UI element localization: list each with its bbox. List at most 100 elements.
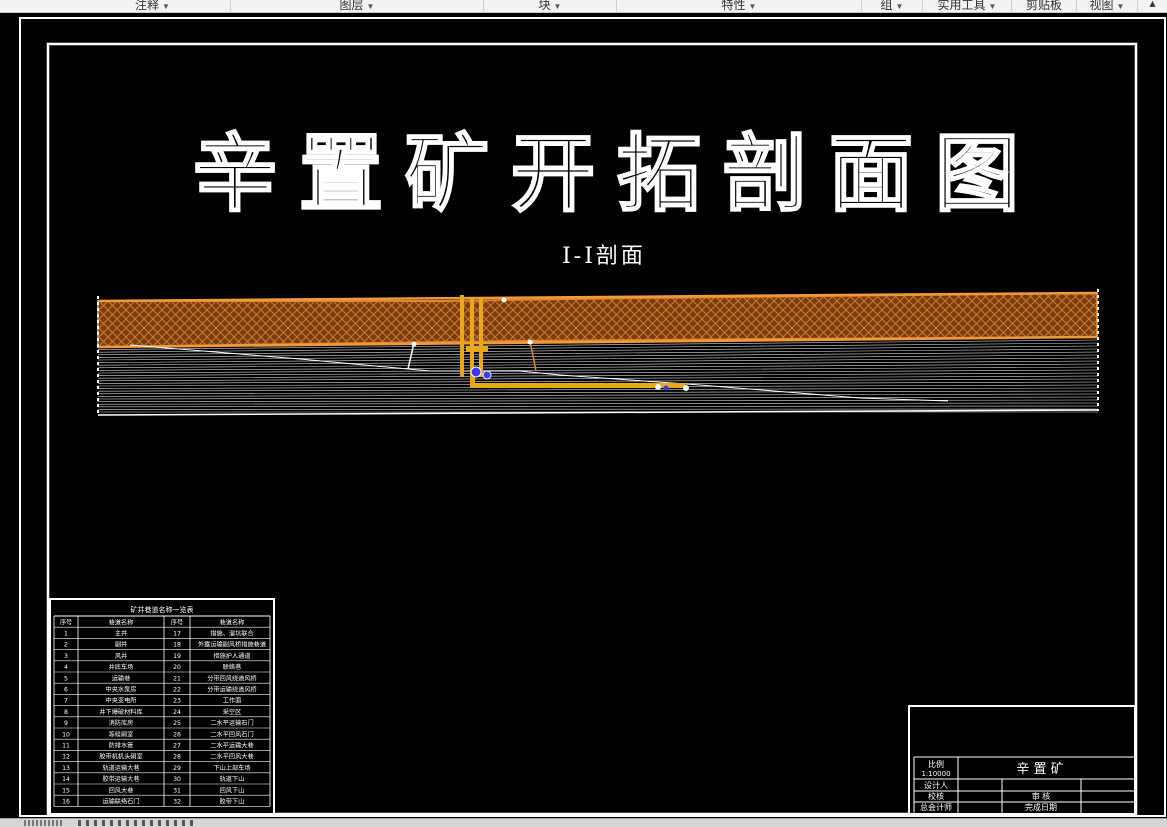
ribbon-panel-bar: 注释▼ 图层▼ 块▼ 特性▼ 组▼ 实用工具▼ 剪贴板 视图▼ ▴ (0, 0, 1167, 13)
legend-cell: 二水平回风大巷 (210, 753, 254, 761)
legend-cell: 25 (173, 720, 181, 727)
stratum-line (98, 406, 1098, 407)
legend-cell: 运输巷 (112, 674, 131, 682)
legend-cell: 5 (64, 675, 68, 682)
panel-label: 组 (881, 0, 893, 12)
ribbon-panel-groups[interactable]: 组▼ (862, 0, 923, 12)
tb-row-2-b: 审 核 (1032, 791, 1051, 801)
legend-cell: 24 (173, 709, 181, 716)
legend-cell: 30 (173, 776, 181, 783)
chevron-down-icon: ▼ (367, 2, 375, 11)
legend-cell: 工作面 (223, 697, 242, 705)
legend-cell: 28 (173, 754, 181, 761)
ribbon-panel-utilities[interactable]: 实用工具▼ (923, 0, 1012, 12)
drawing-title: 辛置矿开拓剖面图 (193, 125, 1041, 223)
legend-cell: 13 (62, 765, 70, 772)
tb-row-3-a: 总会计师 (920, 802, 952, 812)
ribbon-panel-annotation[interactable]: 注释▼ (75, 0, 231, 12)
legend-cell: 26 (173, 731, 181, 738)
legend-cell: 2 (64, 642, 68, 649)
title-block: 比例 1:10000 辛 置 矿 设计人 校核 审 核 总会计师 完成日期 (909, 706, 1135, 814)
tb-row-2-a: 校核 (928, 791, 944, 801)
ribbon-collapse-button[interactable]: ▴ (1138, 0, 1167, 12)
stratum-line (98, 376, 1098, 381)
legend-title: 矿井巷道名称一览表 (131, 605, 194, 614)
section-label: Ⅰ-Ⅰ剖面 (562, 244, 646, 269)
legend-cell: 分带回风绕道风桥 (207, 674, 257, 682)
panel-label: 块 (539, 0, 551, 12)
legend-cell: 二水平运输大巷 (210, 742, 254, 750)
panel-label: 视图 (1090, 0, 1114, 12)
panel-label: 实用工具 (938, 0, 986, 12)
stratum-line (98, 370, 1098, 376)
chevron-down-icon: ▼ (1117, 2, 1125, 11)
legend-cell: 中央变电所 (106, 697, 137, 705)
legend-cell: 下山上部车场 (213, 764, 250, 772)
ribbon-panel-layers[interactable]: 图层▼ (231, 0, 484, 12)
legend-cell: 3 (64, 653, 68, 660)
legend-cell: 10 (62, 731, 70, 738)
chevron-down-icon: ▼ (554, 2, 562, 11)
legend-cell: 9 (64, 720, 68, 727)
legend-header-cell: 巷道名称 (109, 618, 134, 626)
ribbon-panel-clipboard[interactable]: 剪贴板 (1012, 0, 1077, 12)
legend-cell: 胶带运输大巷 (102, 775, 140, 783)
legend-cell: 主井 (115, 630, 127, 638)
legend-cell: 27 (173, 743, 181, 750)
legend-cell: 6 (64, 687, 68, 694)
legend-cell: 外露运输副风桥措施巷道 (198, 641, 266, 649)
panel-label: 图层 (340, 0, 364, 12)
legend-cell: 二水平运输石门 (210, 719, 253, 727)
legend-cell: 等候硐室 (109, 730, 134, 738)
scale-value: 1:10000 (921, 770, 950, 778)
scale-label: 比例 (928, 759, 944, 769)
legend-cell: 17 (173, 631, 181, 638)
roadway-legend-table: 矿井巷道名称一览表序号巷道名称序号巷道名称1主井17措施、溜坑联合2副井18外露… (50, 599, 274, 814)
legend-cell: 32 (173, 799, 181, 806)
stratum-line (98, 367, 1098, 373)
cad-drawing: 辛置矿开拓剖面图 Ⅰ-Ⅰ剖面 矿井巷道名称一览表序号巷道名称序号巷道名称1主井1… (0, 13, 1167, 818)
legend-cell: 回风大巷 (109, 786, 135, 794)
drawing-canvas[interactable]: 辛置矿开拓剖面图 Ⅰ-Ⅰ剖面 矿井巷道名称一览表序号巷道名称序号巷道名称1主井1… (0, 13, 1167, 818)
strata-lines (98, 337, 1098, 415)
panel-label: 注释 (135, 0, 159, 12)
legend-cell: 22 (173, 687, 181, 694)
stratum-line (98, 397, 1098, 399)
ribbon-panel-block[interactable]: 块▼ (484, 0, 617, 12)
legend-cell: 分带运输绕道风桥 (207, 686, 257, 694)
stratum-line (98, 391, 1098, 394)
legend-cell: 风井 (115, 652, 127, 660)
legend-header-cell: 巷道名称 (220, 618, 245, 626)
stratum-line (98, 403, 1098, 404)
ribbon-panel-properties[interactable]: 特性▼ (617, 0, 862, 12)
chevron-down-icon: ▼ (162, 2, 170, 11)
section-base-line (98, 410, 1098, 415)
stratum-line (98, 388, 1098, 391)
legend-cell: 21 (173, 675, 181, 682)
legend-cell: 7 (64, 698, 68, 705)
legend-cell: 运输联络石门 (102, 798, 139, 806)
legend-cell: 20 (173, 664, 181, 671)
legend-cell: 11 (62, 743, 70, 750)
legend-cell: 措施、溜坑联合 (210, 630, 253, 638)
legend-cell: 4 (64, 664, 68, 671)
legend-cell: 轨道下山 (220, 775, 245, 783)
scroll-grip[interactable] (24, 820, 64, 826)
legend-cell: 16 (62, 799, 70, 806)
legend-cell: 回风下山 (220, 786, 245, 794)
panel-label: 剪贴板 (1026, 0, 1062, 12)
legend-cell: 23 (173, 698, 181, 705)
chevron-down-icon: ▼ (989, 2, 997, 11)
legend-cell: 防排水管 (109, 742, 134, 750)
layout-tabs[interactable] (78, 820, 198, 826)
legend-cell: 二水平回风石门 (210, 730, 253, 738)
legend-cell: 胶带机机头硐室 (99, 753, 142, 761)
legend-cell: 井底车场 (109, 663, 134, 671)
legend-cell: 8 (64, 709, 68, 716)
legend-header-cell: 序号 (171, 618, 183, 626)
ribbon-panel-view[interactable]: 视图▼ (1077, 0, 1138, 12)
panel-label: 特性 (722, 0, 746, 12)
legend-cell: 井下爆破材料库 (99, 708, 142, 716)
legend-cell: 31 (173, 787, 181, 794)
legend-cell: 消防库房 (109, 719, 134, 727)
